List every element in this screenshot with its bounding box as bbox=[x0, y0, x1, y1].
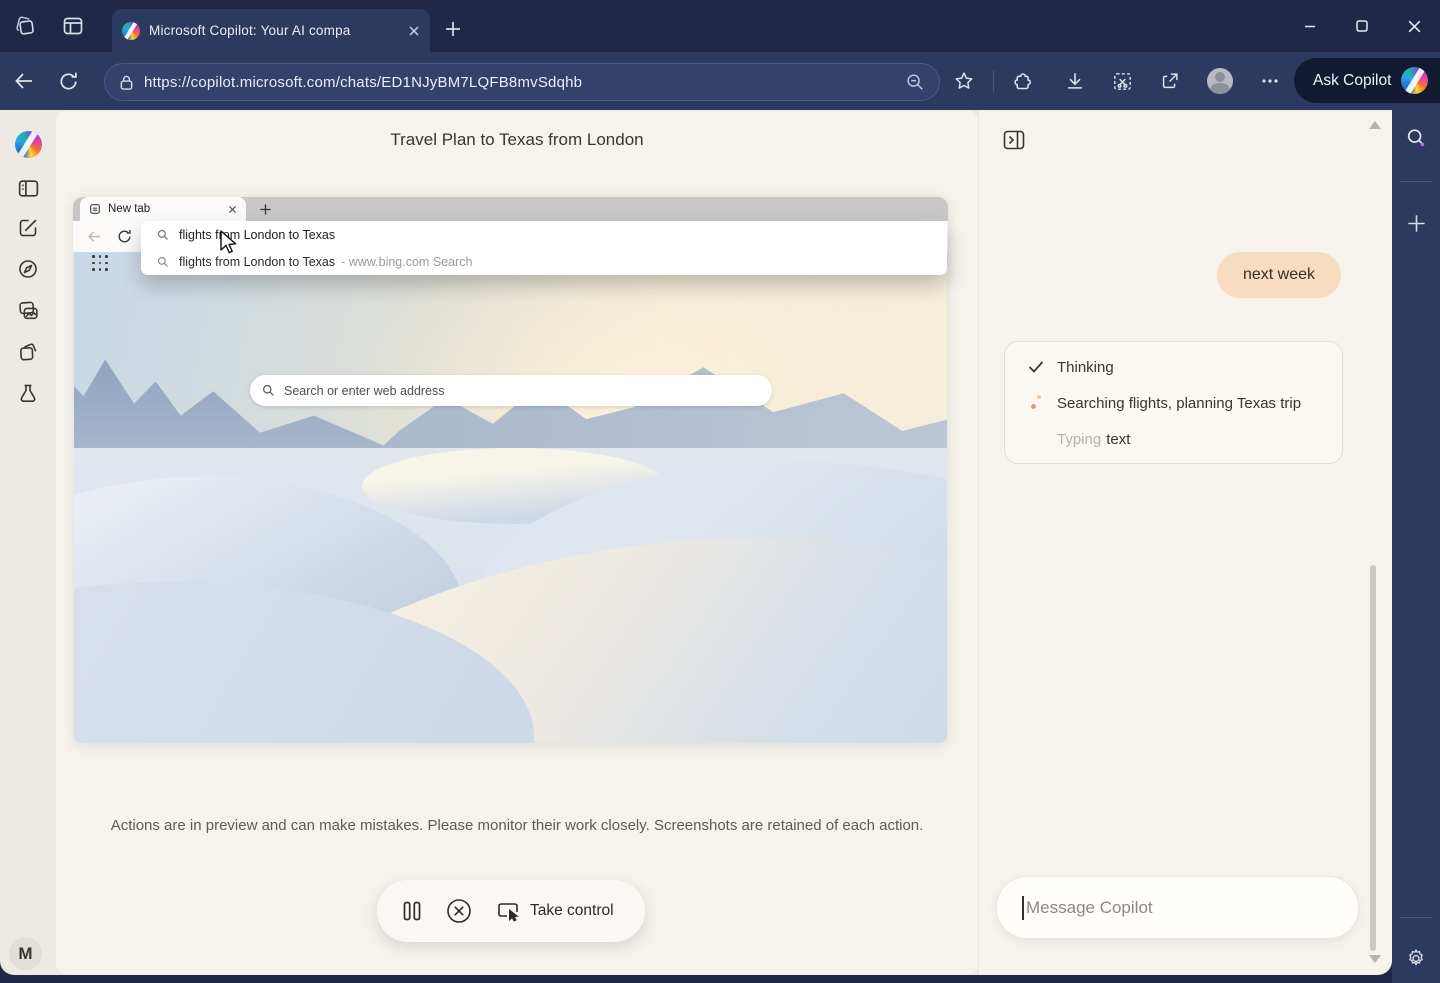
favorites-icon[interactable] bbox=[950, 67, 978, 95]
user-avatar[interactable]: M bbox=[9, 937, 42, 970]
cancel-icon[interactable] bbox=[445, 897, 473, 925]
browser-titlebar: Microsoft Copilot: Your AI compa bbox=[0, 0, 1440, 52]
pause-icon[interactable] bbox=[401, 899, 423, 923]
vm-address-row[interactable] bbox=[141, 221, 947, 248]
downloads-icon[interactable] bbox=[1061, 67, 1089, 95]
profile-icon[interactable] bbox=[1206, 67, 1234, 95]
vm-search-bar[interactable] bbox=[250, 375, 772, 406]
agent-status-card: Thinking Searching flights, planning Tex… bbox=[1004, 341, 1343, 464]
add-icon[interactable] bbox=[1405, 212, 1427, 234]
rail-divider bbox=[1400, 917, 1432, 918]
chat-panel: next week Thinking Searching flights, pl… bbox=[978, 110, 1392, 975]
vm-tab-label: New tab bbox=[108, 203, 221, 215]
copilot-favicon bbox=[122, 22, 140, 40]
status-row-thinking: Thinking bbox=[1005, 349, 1342, 385]
address-bar[interactable]: https://copilot.microsoft.com/chats/ED1N… bbox=[104, 63, 940, 101]
take-control-label: Take control bbox=[530, 902, 614, 920]
ask-copilot-button[interactable]: Ask Copilot bbox=[1294, 58, 1440, 103]
vm-search-input[interactable] bbox=[284, 384, 760, 398]
screenshot-icon[interactable] bbox=[1108, 67, 1136, 95]
back-icon[interactable] bbox=[10, 67, 38, 95]
copilot-logo bbox=[1401, 67, 1428, 94]
maximize-icon[interactable] bbox=[1336, 0, 1388, 52]
vm-address-dropdown: flights from London to Texas - www.bing.… bbox=[141, 221, 947, 275]
message-copilot-input[interactable] bbox=[1026, 898, 1344, 918]
take-control-button[interactable]: Take control bbox=[495, 899, 614, 923]
vm-tab-icon bbox=[89, 203, 101, 215]
status-row-searching: Searching flights, planning Texas trip bbox=[1005, 385, 1342, 421]
vm-refresh-icon[interactable] bbox=[116, 228, 133, 245]
rail-divider bbox=[1400, 181, 1432, 182]
take-control-icon bbox=[495, 899, 521, 923]
vm-tab[interactable]: New tab bbox=[80, 197, 246, 221]
search-icon bbox=[157, 256, 169, 268]
settings-icon[interactable] bbox=[1405, 947, 1427, 969]
collapse-panel-icon[interactable] bbox=[1003, 130, 1025, 150]
minimize-icon[interactable] bbox=[1284, 0, 1336, 52]
vm-new-tab-icon[interactable] bbox=[257, 201, 273, 217]
preview-disclaimer: Actions are in preview and can make mist… bbox=[56, 817, 978, 834]
copilot-right-rail bbox=[1392, 110, 1440, 983]
url-text[interactable]: https://copilot.microsoft.com/chats/ED1N… bbox=[144, 74, 895, 91]
extensions-icon[interactable] bbox=[1008, 67, 1036, 95]
user-message-bubble: next week bbox=[1217, 252, 1341, 298]
scroll-up-arrow[interactable] bbox=[1369, 121, 1381, 129]
scrollbar-thumb[interactable] bbox=[1370, 565, 1376, 951]
spinner-icon bbox=[1028, 395, 1044, 411]
vm-tab-close-icon[interactable] bbox=[228, 205, 237, 214]
zoom-out-icon[interactable] bbox=[905, 72, 925, 92]
new-tab-icon[interactable] bbox=[440, 16, 466, 42]
pages-icon[interactable] bbox=[13, 337, 43, 367]
suggestion-text: flights from London to Texas bbox=[179, 255, 335, 269]
conversation-title: Travel Plan to Texas from London bbox=[56, 130, 978, 150]
search-icon[interactable] bbox=[1405, 126, 1427, 148]
grip-icon[interactable] bbox=[92, 255, 109, 272]
virtual-browser: New tab bbox=[73, 197, 948, 743]
scroll-down-arrow[interactable] bbox=[1369, 955, 1381, 963]
agent-controls: Take control bbox=[377, 880, 645, 942]
lock-icon bbox=[119, 74, 134, 91]
share-icon[interactable] bbox=[1156, 67, 1184, 95]
search-icon bbox=[262, 384, 275, 397]
compose-icon[interactable] bbox=[13, 213, 43, 243]
copilot-home-icon[interactable] bbox=[13, 129, 43, 159]
vm-address-input[interactable] bbox=[179, 228, 947, 242]
tab-close-icon[interactable] bbox=[408, 25, 420, 37]
compass-icon[interactable] bbox=[13, 254, 43, 284]
browser-toolbar: https://copilot.microsoft.com/chats/ED1N… bbox=[0, 52, 1440, 110]
more-icon[interactable] bbox=[1256, 67, 1284, 95]
copilot-sidebar: M bbox=[0, 110, 56, 975]
close-icon[interactable] bbox=[1388, 0, 1440, 52]
refresh-icon[interactable] bbox=[54, 67, 82, 95]
vm-viewport bbox=[74, 252, 947, 743]
agent-view: Travel Plan to Texas from London New tab bbox=[56, 110, 978, 975]
chat-input[interactable] bbox=[996, 876, 1359, 939]
vm-search-suggestion[interactable]: flights from London to Texas - www.bing.… bbox=[141, 248, 947, 275]
copilot-app: M Travel Plan to Texas from London New t… bbox=[0, 110, 1392, 975]
ask-copilot-label: Ask Copilot bbox=[1313, 72, 1391, 90]
text-caret bbox=[1022, 896, 1024, 920]
search-icon bbox=[157, 229, 169, 241]
journal-icon[interactable] bbox=[13, 173, 43, 203]
browser-tab[interactable]: Microsoft Copilot: Your AI compa bbox=[112, 9, 430, 52]
suggestion-suffix: - www.bing.com Search bbox=[341, 255, 472, 269]
toolbar-divider bbox=[993, 70, 994, 92]
tab-layout-icon[interactable] bbox=[60, 13, 86, 39]
status-row-typing: Typing text bbox=[1005, 421, 1342, 457]
labs-icon[interactable] bbox=[13, 378, 43, 408]
vm-back-icon[interactable] bbox=[86, 228, 103, 245]
media-icon[interactable] bbox=[13, 295, 43, 325]
cursor-icon bbox=[217, 230, 239, 256]
check-icon bbox=[1028, 360, 1044, 374]
workspaces-icon[interactable] bbox=[12, 13, 38, 39]
